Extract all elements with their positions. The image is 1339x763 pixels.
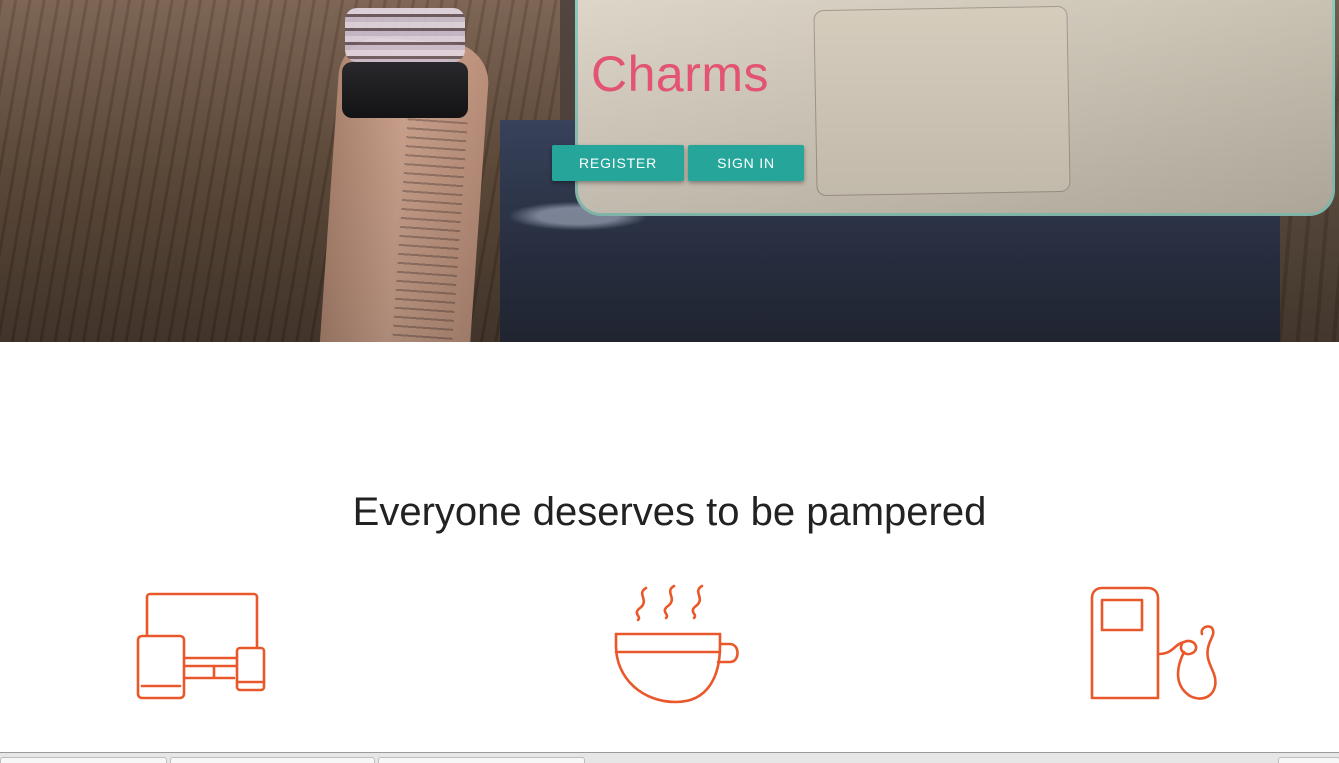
hero-banner: Charms REGISTER SIGN IN [0, 0, 1339, 342]
features-tagline: Everyone deserves to be pampered [352, 490, 987, 534]
browser-tab[interactable] [0, 757, 167, 763]
browser-tab[interactable] [378, 757, 585, 763]
browser-tab[interactable] [1278, 757, 1339, 763]
page: Charms REGISTER SIGN IN Everyone deserve… [0, 0, 1339, 763]
fuel-pump-icon [1090, 586, 1217, 700]
browser-tab[interactable] [170, 757, 375, 763]
coffee-cup-icon [614, 584, 739, 704]
devices-icon [136, 592, 266, 700]
register-button[interactable]: REGISTER [552, 145, 684, 181]
brand-title: Charms [591, 46, 770, 102]
browser-tab-strip [0, 752, 1339, 763]
sign-in-button[interactable]: SIGN IN [688, 145, 804, 181]
